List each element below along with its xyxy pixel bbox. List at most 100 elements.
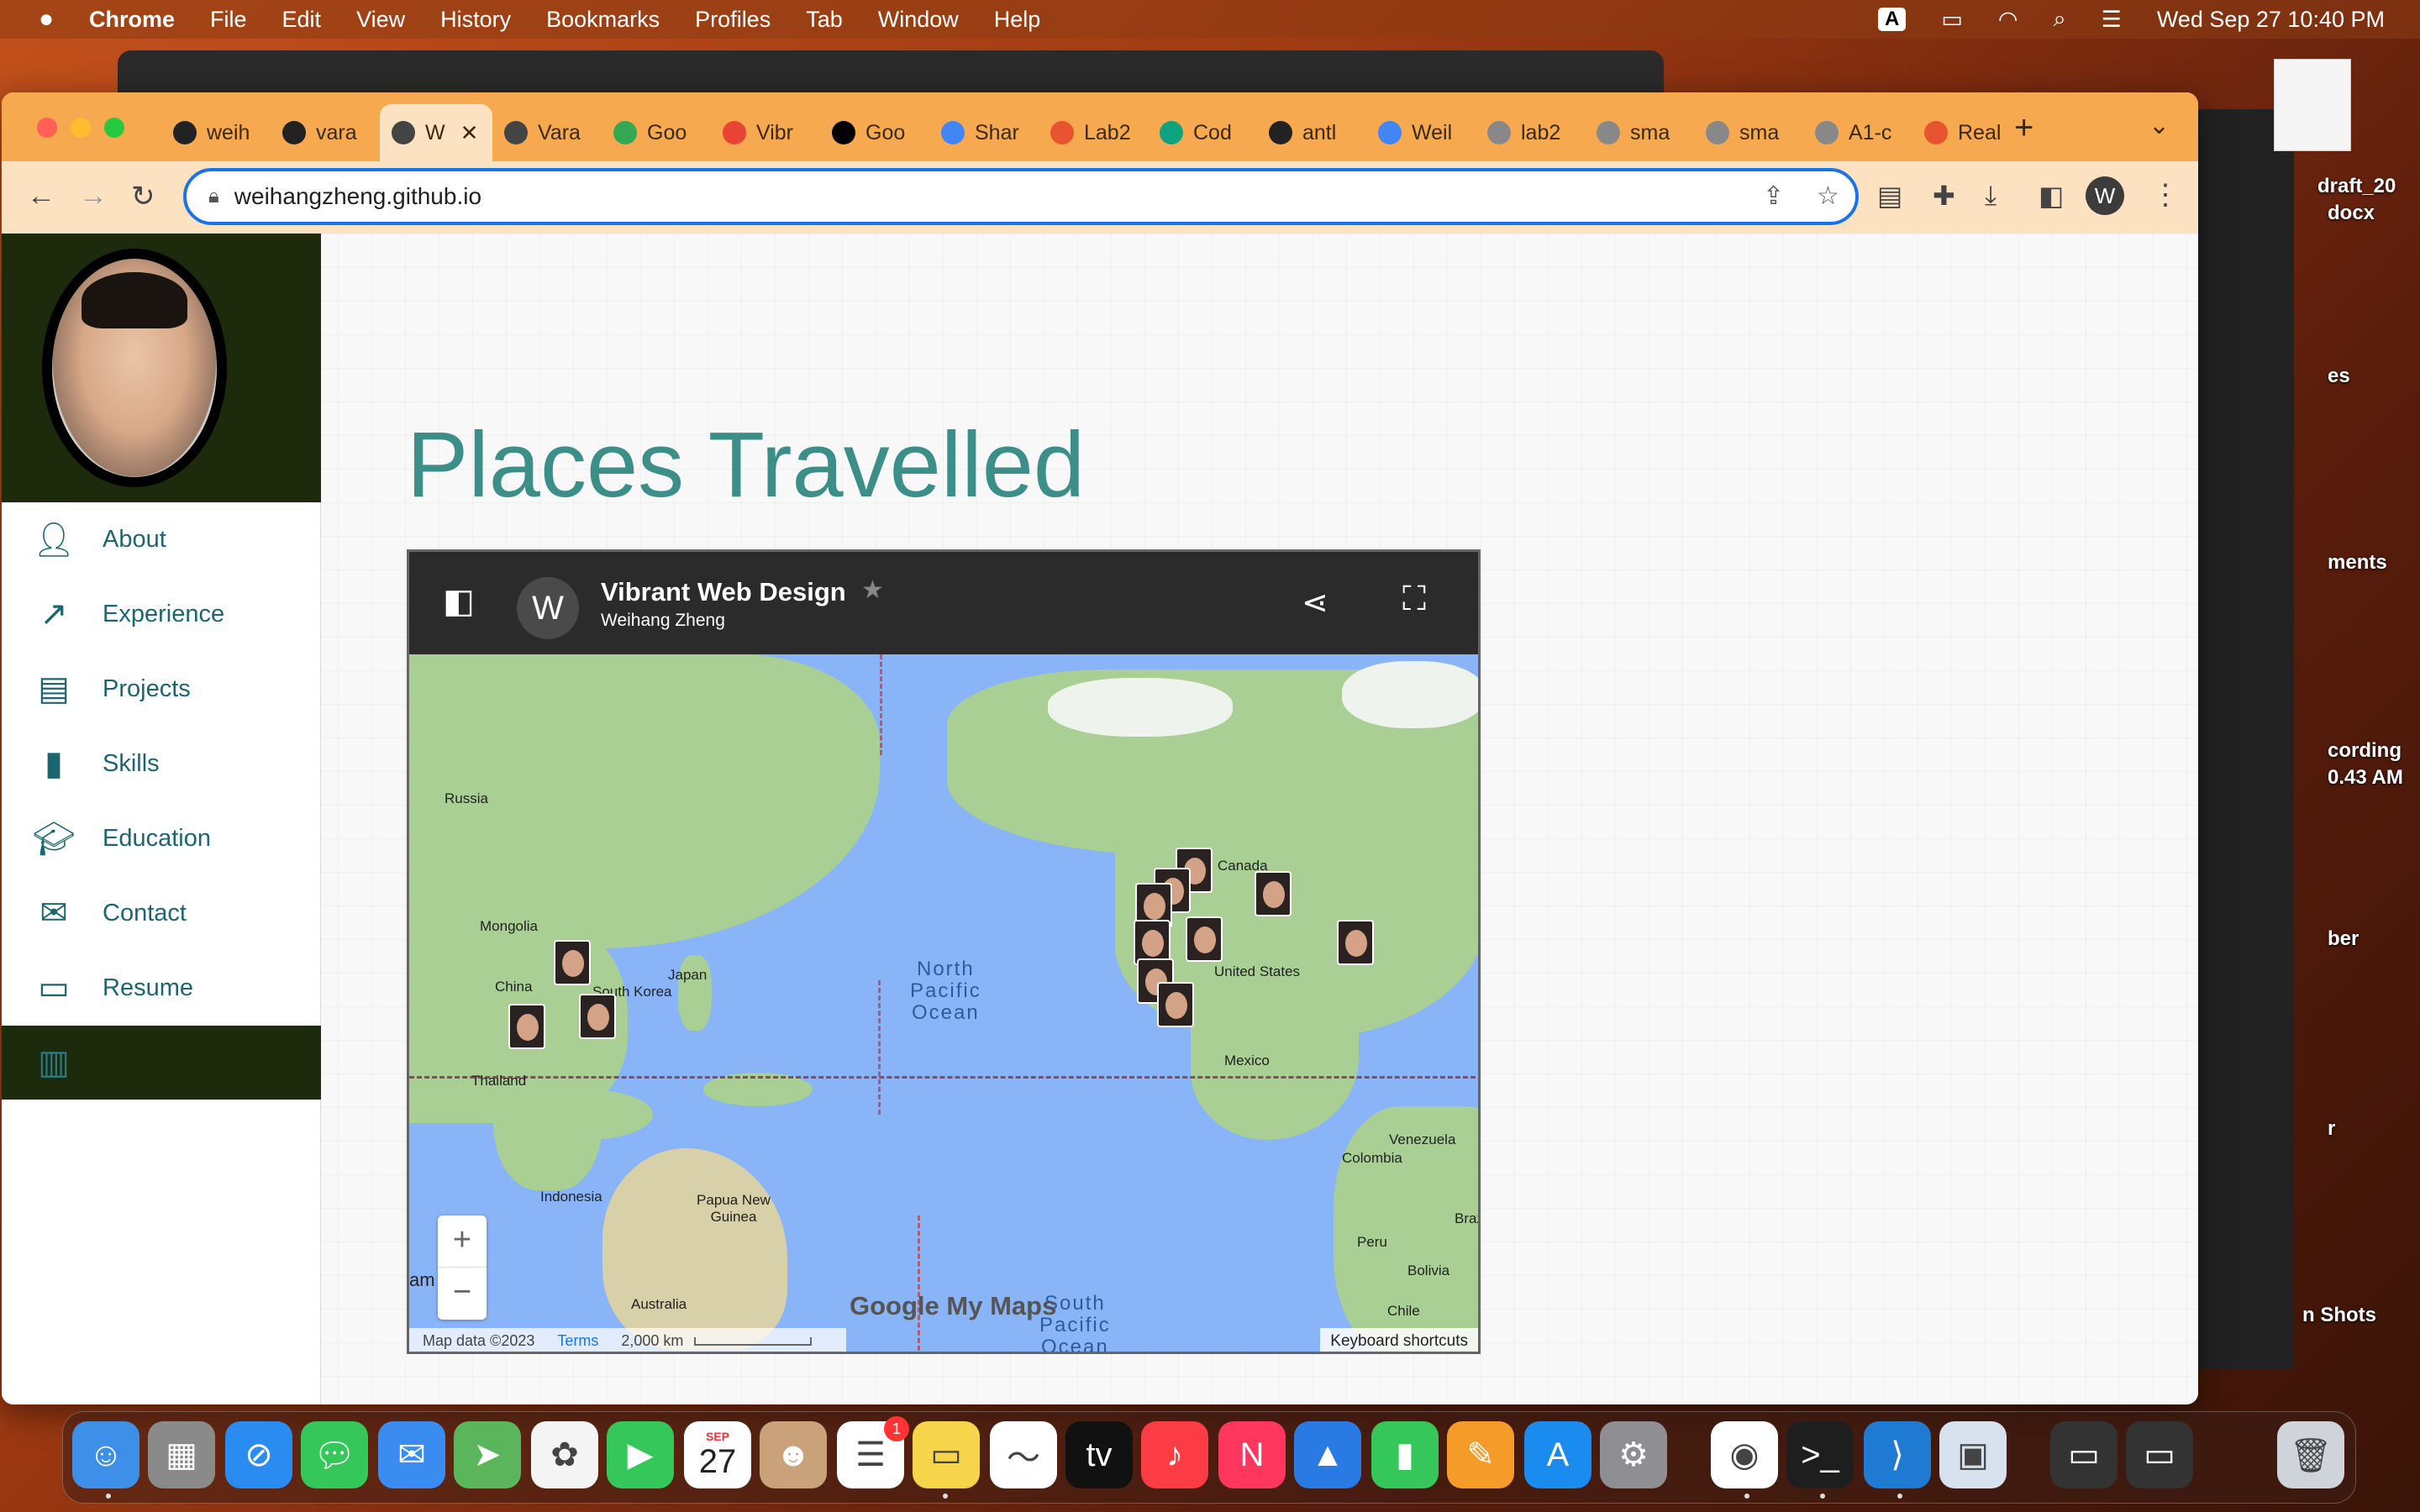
zoom-window-button[interactable] (104, 118, 124, 138)
menu-profiles[interactable]: Profiles (695, 7, 771, 33)
minimize-window-button[interactable] (71, 118, 91, 138)
sidebar-item-resume[interactable]: ▭ Resume (2, 951, 321, 1025)
favorite-star-icon[interactable]: ★ (861, 575, 884, 605)
bookmark-star-icon[interactable]: ☆ (1817, 181, 1839, 211)
news-icon[interactable]: N (1218, 1421, 1286, 1488)
share-icon[interactable]: ⇪ (1763, 181, 1784, 211)
spotlight-search-icon[interactable]: ⌕ (2053, 6, 2065, 33)
system-settings-icon[interactable]: ⚙ (1600, 1421, 1667, 1488)
menu-history[interactable]: History (440, 7, 511, 33)
chrome-menu-icon[interactable]: ⋮ (2151, 178, 2180, 212)
browser-tab[interactable]: Goo (602, 104, 711, 161)
messages-icon[interactable]: 💬︎ (301, 1421, 368, 1488)
vscode-icon[interactable]: ⟩ (1864, 1421, 1931, 1488)
legend-toggle-icon[interactable]: ◧ (443, 582, 475, 621)
browser-tab[interactable]: antl (1257, 104, 1366, 161)
photo-pin[interactable] (1186, 916, 1223, 962)
control-center-icon[interactable]: ☰ (2102, 7, 2122, 33)
menu-window[interactable]: Window (878, 7, 959, 33)
safari-icon[interactable]: ⊘ (225, 1421, 292, 1488)
menu-file[interactable]: File (210, 7, 247, 33)
input-source-indicator[interactable]: A (1878, 8, 1907, 31)
photo-pin[interactable] (1255, 871, 1292, 916)
address-bar[interactable]: 🔒︎ weihangzheng.github.io ⇪ ☆ (183, 168, 1859, 225)
browser-tab[interactable]: sma (1585, 104, 1694, 161)
browser-tab[interactable]: Lab2 (1039, 104, 1148, 161)
mail-icon[interactable]: ✉ (378, 1421, 445, 1488)
browser-tab[interactable]: A1-c (1803, 104, 1912, 161)
browser-tab[interactable]: W ✕ (380, 104, 492, 161)
sidebar-item-projects[interactable]: ▤ Projects (2, 652, 321, 726)
sidebar-item-skills[interactable]: ▮ Skills (2, 727, 321, 801)
calendar-icon[interactable]: SEP 27 (684, 1421, 751, 1488)
preview-icon[interactable]: ▣ (1939, 1421, 2007, 1488)
maps-icon[interactable]: ➤ (454, 1421, 521, 1488)
finder-icon[interactable]: ☺ (72, 1421, 139, 1488)
launchpad-icon[interactable]: ▦ (148, 1421, 215, 1488)
back-arrow-icon[interactable]: ← (27, 180, 55, 213)
photo-pin[interactable] (1337, 920, 1374, 965)
sidebar-item-experience[interactable]: ↗ Experience (2, 577, 321, 651)
profile-avatar[interactable]: W (2086, 176, 2124, 215)
freeform-icon[interactable]: 〜 (990, 1421, 1057, 1488)
menu-help[interactable]: Help (994, 7, 1041, 33)
apple-tv-icon[interactable]: tv (1065, 1421, 1133, 1488)
side-panel-icon[interactable]: ◧ (2039, 180, 2064, 212)
extension-icon[interactable]: ▤ (1877, 180, 1902, 212)
menu-tab[interactable]: Tab (806, 7, 843, 33)
reminders-icon[interactable]: ☰ 1 (837, 1416, 909, 1488)
url-text[interactable]: weihangzheng.github.io (234, 183, 481, 210)
wifi-icon[interactable]: ◠ (1998, 7, 2018, 33)
photo-pin[interactable] (508, 1004, 545, 1049)
sidebar-item-contact[interactable]: ✉ Contact (2, 876, 321, 950)
fullscreen-icon[interactable]: ⛶ (1402, 580, 1426, 618)
photo-pin[interactable] (579, 994, 616, 1039)
close-window-button[interactable] (37, 118, 57, 138)
menubar-clock[interactable]: Wed Sep 27 10:40 PM (2157, 7, 2385, 33)
close-tab-icon[interactable]: ✕ (460, 120, 479, 146)
download-icon[interactable]: ⤓ (1985, 180, 1996, 212)
zoom-out-button[interactable]: − (438, 1268, 487, 1320)
apple-menu-icon[interactable]: ● (34, 5, 59, 34)
app-menu[interactable]: Chrome (89, 7, 175, 33)
browser-tab[interactable]: Shar (929, 104, 1039, 161)
chrome-icon[interactable]: ◉ (1711, 1421, 1778, 1488)
browser-tab[interactable]: Real (1912, 104, 2022, 161)
tab-search-chevron-icon[interactable]: ⌄ (2149, 111, 2170, 140)
trash-icon[interactable]: 🗑︎ (2277, 1421, 2344, 1488)
desktop-document-icon[interactable] (2274, 59, 2351, 151)
browser-tab[interactable]: Vibr (711, 104, 820, 161)
music-icon[interactable]: ♪ (1141, 1421, 1208, 1488)
sidebar-item-about[interactable]: 👤︎ About (2, 502, 321, 576)
menu-bookmarks[interactable]: Bookmarks (546, 7, 660, 33)
app-store-icon[interactable]: A (1524, 1421, 1591, 1488)
browser-tab[interactable]: vara (271, 104, 380, 161)
terminal-icon[interactable]: >_ (1786, 1421, 1854, 1488)
sidebar-item-education[interactable]: 🎓︎ Education (2, 801, 321, 875)
facetime-icon[interactable]: ▶ (607, 1421, 674, 1488)
photo-pin[interactable] (554, 940, 591, 985)
new-tab-icon[interactable]: + (2014, 109, 2033, 147)
battery-icon[interactable]: ▭ (1941, 7, 1963, 33)
browser-tab[interactable]: lab2 (1476, 104, 1585, 161)
photos-icon[interactable]: ✿ (531, 1421, 598, 1488)
browser-tab[interactable]: Goo (820, 104, 929, 161)
menu-edit[interactable]: Edit (282, 7, 322, 33)
forward-arrow-icon[interactable]: → (79, 180, 108, 213)
browser-tab[interactable]: weih (161, 104, 271, 161)
terms-link[interactable]: Terms (557, 1332, 598, 1349)
lock-icon[interactable]: 🔒︎ (208, 185, 219, 208)
browser-tab[interactable]: Vara (492, 104, 602, 161)
zoom-in-button[interactable]: + (438, 1215, 487, 1268)
extensions-puzzle-icon[interactable]: ✚ (1933, 180, 1955, 212)
map-title[interactable]: Vibrant Web Design (601, 577, 846, 607)
sidebar-item-places[interactable]: ▥ (2, 1026, 321, 1100)
numbers-icon[interactable]: ▮ (1371, 1421, 1439, 1488)
recent-window-thumb[interactable]: ▭ (2126, 1421, 2193, 1488)
browser-tab[interactable]: Weil (1366, 104, 1476, 161)
menu-view[interactable]: View (356, 7, 405, 33)
browser-tab[interactable]: sma (1694, 104, 1803, 161)
keynote-icon[interactable]: ▲ (1294, 1421, 1361, 1488)
embedded-my-map[interactable]: Russia Mongolia China Japan South Korea … (407, 549, 1481, 1354)
pages-icon[interactable]: ✎ (1447, 1421, 1514, 1488)
